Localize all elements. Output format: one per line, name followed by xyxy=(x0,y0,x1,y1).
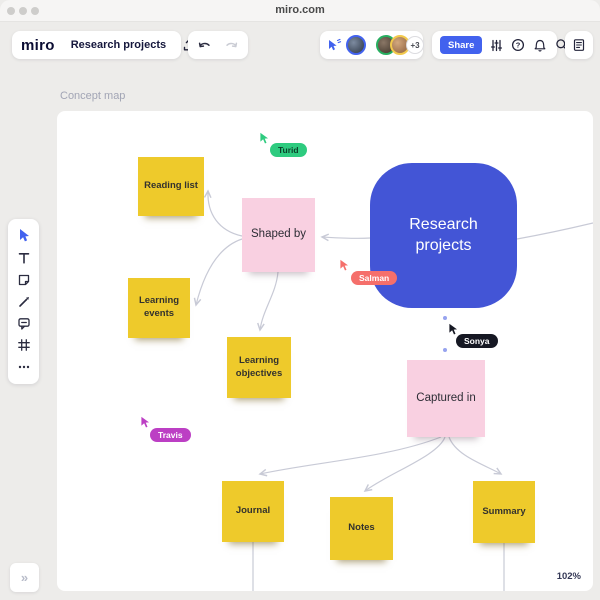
notifications-button[interactable] xyxy=(533,38,547,52)
connector-research-offcanvas xyxy=(516,222,593,240)
help-icon: ? xyxy=(512,38,525,52)
cursor-name-tag: Salman xyxy=(351,271,398,285)
node-reading-list[interactable]: Reading list xyxy=(138,157,204,216)
help-button[interactable]: ? xyxy=(511,38,525,52)
connector-capturedin-journal xyxy=(258,436,442,477)
history-pill xyxy=(188,31,248,59)
board-header-pill: miro Research projects xyxy=(12,31,195,59)
cursor-name-tag: Turid xyxy=(270,143,307,157)
sticky-note-icon xyxy=(18,274,29,285)
frame-tool[interactable] xyxy=(15,336,33,354)
pointer-icon xyxy=(19,229,29,242)
actions-pill: Share ? xyxy=(432,31,569,59)
connector-shapedby-readinglist xyxy=(203,189,243,237)
undo-icon xyxy=(198,42,210,48)
node-shaped-by[interactable]: Shaped by xyxy=(242,198,315,272)
text-tool[interactable] xyxy=(15,249,33,267)
document-icon xyxy=(573,39,585,51)
board-name[interactable]: Research projects xyxy=(71,39,166,51)
browser-titlebar: miro.com xyxy=(0,0,600,22)
presence-overflow-badge[interactable]: +3 xyxy=(406,36,424,54)
comment-tool[interactable] xyxy=(15,314,33,332)
presence-pill: +3 xyxy=(320,31,424,59)
connector-shapedby-learningevents xyxy=(193,238,243,307)
connector-capturedin-notes xyxy=(363,436,446,492)
redo-button[interactable] xyxy=(224,39,239,51)
notes-pill xyxy=(565,31,593,59)
chevrons-right-icon: » xyxy=(20,570,29,585)
node-learning-objectives[interactable]: Learning objectives xyxy=(227,337,291,398)
text-icon xyxy=(18,252,29,264)
redo-icon xyxy=(226,42,238,48)
board-canvas[interactable]: Research projects Shaped by Captured in … xyxy=(57,111,593,591)
connector-shapedby-learningobjectives xyxy=(257,271,279,332)
select-tool[interactable] xyxy=(15,227,33,245)
connector-research-shapedby xyxy=(320,233,371,242)
frame-title[interactable]: Concept map xyxy=(60,90,125,102)
cursor-name-tag: Travis xyxy=(150,428,191,442)
frame-icon xyxy=(17,339,30,352)
node-notes[interactable]: Notes xyxy=(330,497,393,560)
comment-icon xyxy=(17,318,30,331)
minimap-expand-button[interactable]: » xyxy=(10,563,39,592)
node-journal[interactable]: Journal xyxy=(222,481,284,542)
node-learning-events[interactable]: Learning events xyxy=(128,278,190,338)
pen-icon xyxy=(18,296,29,307)
pen-tool[interactable] xyxy=(15,293,33,311)
undo-button[interactable] xyxy=(197,39,212,51)
miro-logo[interactable]: miro xyxy=(21,37,55,54)
avatar[interactable] xyxy=(346,35,366,55)
cursor-icon xyxy=(140,415,152,429)
zoom-level[interactable]: 102% xyxy=(557,571,581,582)
cursor-icon xyxy=(339,258,351,272)
collaborator-cursor-salman: Salman xyxy=(338,258,398,285)
connector-capturedin-summary xyxy=(448,436,503,475)
node-captured-in[interactable]: Captured in xyxy=(407,360,485,437)
page-title: miro.com xyxy=(275,4,325,16)
follow-cursor-icon[interactable] xyxy=(327,38,342,52)
more-tools-button[interactable] xyxy=(15,358,33,376)
sliders-icon xyxy=(491,39,503,51)
ellipsis-icon xyxy=(18,365,29,369)
collaborator-cursor-sonya: Sonya xyxy=(447,322,498,348)
tool-palette xyxy=(8,219,39,384)
board-notes-button[interactable] xyxy=(572,38,586,52)
node-summary[interactable]: Summary xyxy=(473,481,535,543)
bell-icon xyxy=(535,39,546,52)
sticky-note-tool[interactable] xyxy=(15,271,33,289)
node-research-projects[interactable]: Research projects xyxy=(370,163,517,308)
board-settings-button[interactable] xyxy=(490,39,503,52)
collaborator-cursor-travis: Travis xyxy=(139,415,191,442)
svg-text:?: ? xyxy=(516,41,521,50)
cursor-icon xyxy=(259,131,271,145)
cursor-name-tag: Sonya xyxy=(456,334,498,348)
share-button[interactable]: Share xyxy=(440,36,483,54)
collaborator-cursor-turid: Turid xyxy=(258,131,307,157)
